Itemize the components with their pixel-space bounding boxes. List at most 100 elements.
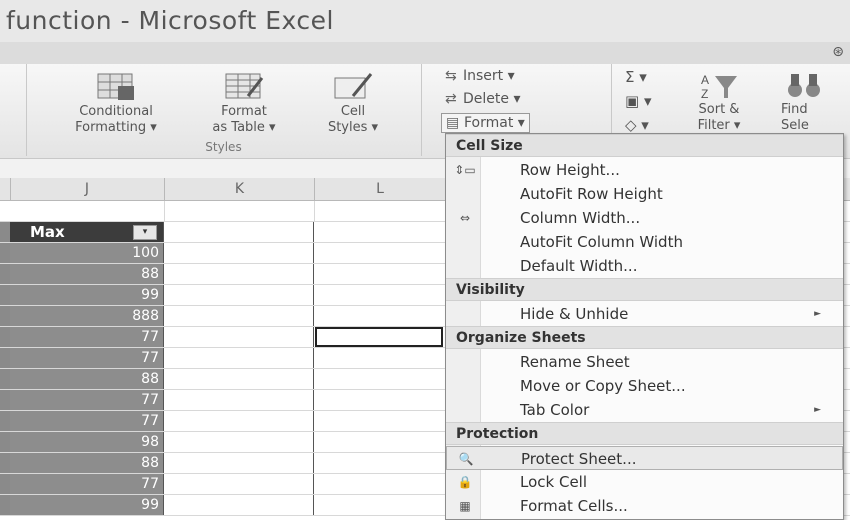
sort-filter-button[interactable]: A Z Sort & Filter ▾ bbox=[679, 70, 759, 134]
format-cells-icon: ▤ bbox=[446, 115, 460, 131]
max-value-cell[interactable]: 88 bbox=[10, 369, 164, 389]
row-header[interactable] bbox=[0, 432, 10, 452]
k-cell[interactable] bbox=[165, 390, 314, 410]
cell-styles-icon bbox=[334, 73, 373, 99]
menu-item-label: Column Width... bbox=[520, 209, 641, 227]
help-icon[interactable]: ⊛ bbox=[832, 44, 844, 60]
cell-styles-label-1: Cell bbox=[340, 104, 366, 119]
cell-styles-button[interactable]: Cell Styles ▾ bbox=[308, 72, 398, 136]
menu-item[interactable]: ▦ Format Cells... bbox=[446, 494, 843, 518]
max-value-cell[interactable]: 77 bbox=[10, 348, 164, 368]
k-cell[interactable] bbox=[165, 432, 314, 452]
sort-label-2: Filter ▾ bbox=[697, 118, 741, 133]
max-value-cell[interactable]: 77 bbox=[10, 327, 164, 347]
k-cell[interactable] bbox=[165, 369, 314, 389]
format-table-label-2: as Table ▾ bbox=[212, 120, 276, 135]
conditional-formatting-button[interactable]: Conditional Formatting ▾ bbox=[46, 72, 186, 136]
menu-item[interactable]: 🔒 Lock Cell bbox=[446, 470, 843, 494]
max-value-cell[interactable]: 77 bbox=[10, 390, 164, 410]
k-cell[interactable] bbox=[165, 285, 314, 305]
max-value-cell[interactable]: 888 bbox=[10, 306, 164, 326]
format-button[interactable]: ▤ Format ▾ bbox=[441, 113, 530, 133]
menu-item[interactable]: Tab Color ► bbox=[446, 398, 843, 422]
column-header-l[interactable]: L bbox=[315, 178, 446, 200]
fill-icon[interactable]: ▣ ▾ bbox=[625, 92, 651, 110]
menu-item[interactable]: ⇕▭ Row Height... bbox=[446, 158, 843, 182]
menu-item[interactable]: AutoFit Row Height bbox=[446, 182, 843, 206]
menu-section-header: Cell Size bbox=[446, 134, 843, 157]
ribbon-tab-strip bbox=[0, 42, 850, 64]
svg-text:Z: Z bbox=[701, 87, 708, 100]
styles-group: Conditional Formatting ▾ Format as Table… bbox=[26, 64, 422, 156]
row-header[interactable] bbox=[0, 264, 10, 284]
row-header[interactable] bbox=[0, 369, 10, 389]
format-label: Format ▾ bbox=[464, 115, 525, 131]
menu-item[interactable]: ⇔ Column Width... bbox=[446, 206, 843, 230]
row-header[interactable] bbox=[0, 453, 10, 473]
title-bar: function - Microsoft Excel bbox=[0, 0, 850, 43]
menu-section-header: Organize Sheets bbox=[446, 326, 843, 349]
selected-cell[interactable] bbox=[315, 327, 443, 347]
menu-item[interactable]: Hide & Unhide ► bbox=[446, 302, 843, 326]
clear-icon[interactable]: ◇ ▾ bbox=[625, 116, 649, 134]
menu-item-label: Move or Copy Sheet... bbox=[520, 377, 686, 395]
k-cell[interactable] bbox=[165, 411, 314, 431]
menu-item[interactable]: AutoFit Column Width bbox=[446, 230, 843, 254]
menu-item[interactable]: Rename Sheet bbox=[446, 350, 843, 374]
insert-button[interactable]: ⇆ Insert ▾ bbox=[445, 68, 515, 84]
max-value-cell[interactable]: 88 bbox=[10, 453, 164, 473]
insert-label: Insert ▾ bbox=[463, 68, 515, 84]
find-label-1: Find bbox=[781, 102, 808, 117]
menu-item-label: Rename Sheet bbox=[520, 353, 630, 371]
max-header-cell[interactable]: Max ▾ bbox=[10, 222, 164, 242]
max-value-cell[interactable]: 100 bbox=[10, 243, 164, 263]
row-header[interactable] bbox=[0, 306, 10, 326]
column-header-k[interactable]: K bbox=[165, 178, 315, 200]
max-value-cell[interactable]: 77 bbox=[10, 474, 164, 494]
menu-item[interactable]: 🔍 Protect Sheet... bbox=[446, 446, 843, 470]
format-dropdown-menu: Cell Size ⇕▭ Row Height... AutoFit Row Heig… bbox=[445, 133, 844, 520]
row-header[interactable] bbox=[0, 243, 10, 263]
max-value-cell[interactable]: 98 bbox=[10, 432, 164, 452]
max-value-cell[interactable]: 77 bbox=[10, 411, 164, 431]
autosum-button[interactable]: Σ ▾ bbox=[625, 68, 647, 86]
menu-item-label: AutoFit Column Width bbox=[520, 233, 683, 251]
menu-item[interactable]: Move or Copy Sheet... bbox=[446, 374, 843, 398]
k-cell[interactable] bbox=[165, 243, 314, 263]
row-header[interactable] bbox=[0, 222, 10, 242]
k-cell[interactable] bbox=[165, 495, 314, 515]
menu-item-label: Row Height... bbox=[520, 161, 620, 179]
row-header[interactable] bbox=[0, 411, 10, 431]
row-header[interactable] bbox=[0, 474, 10, 494]
submenu-arrow-icon: ► bbox=[814, 405, 821, 415]
max-value-cell[interactable]: 88 bbox=[10, 264, 164, 284]
row-header[interactable] bbox=[0, 348, 10, 368]
k-cell[interactable] bbox=[165, 222, 314, 242]
cell-styles-label-2: Styles ▾ bbox=[327, 120, 379, 135]
k-cell[interactable] bbox=[165, 348, 314, 368]
format-as-table-button[interactable]: Format as Table ▾ bbox=[194, 72, 294, 136]
max-value-cell[interactable]: 99 bbox=[10, 495, 164, 515]
row-header[interactable] bbox=[0, 390, 10, 410]
k-cell[interactable] bbox=[165, 306, 314, 326]
column-header-j[interactable]: J bbox=[10, 178, 165, 200]
delete-button[interactable]: ⇄ Delete ▾ bbox=[445, 91, 520, 107]
filter-dropdown-icon[interactable]: ▾ bbox=[133, 225, 157, 240]
k-cell[interactable] bbox=[165, 453, 314, 473]
menu-item-label: Format Cells... bbox=[520, 497, 628, 515]
window-title: function - Microsoft Excel bbox=[6, 6, 334, 35]
menu-item[interactable]: Default Width... bbox=[446, 254, 843, 278]
menu-section-header: Protection bbox=[446, 422, 843, 445]
row-header[interactable] bbox=[0, 327, 10, 347]
max-value-cell[interactable]: 99 bbox=[10, 285, 164, 305]
row-header[interactable] bbox=[0, 495, 10, 515]
find-select-button[interactable]: Find Sele bbox=[781, 70, 841, 134]
autosum-label: Σ ▾ bbox=[625, 68, 647, 86]
k-cell[interactable] bbox=[165, 264, 314, 284]
k-cell[interactable] bbox=[165, 327, 314, 347]
k-cell[interactable] bbox=[165, 474, 314, 494]
menu-item-label: Lock Cell bbox=[520, 473, 588, 491]
menu-item-label: Tab Color bbox=[520, 401, 590, 419]
row-header[interactable] bbox=[0, 285, 10, 305]
sort-label-1: Sort & bbox=[698, 102, 740, 117]
